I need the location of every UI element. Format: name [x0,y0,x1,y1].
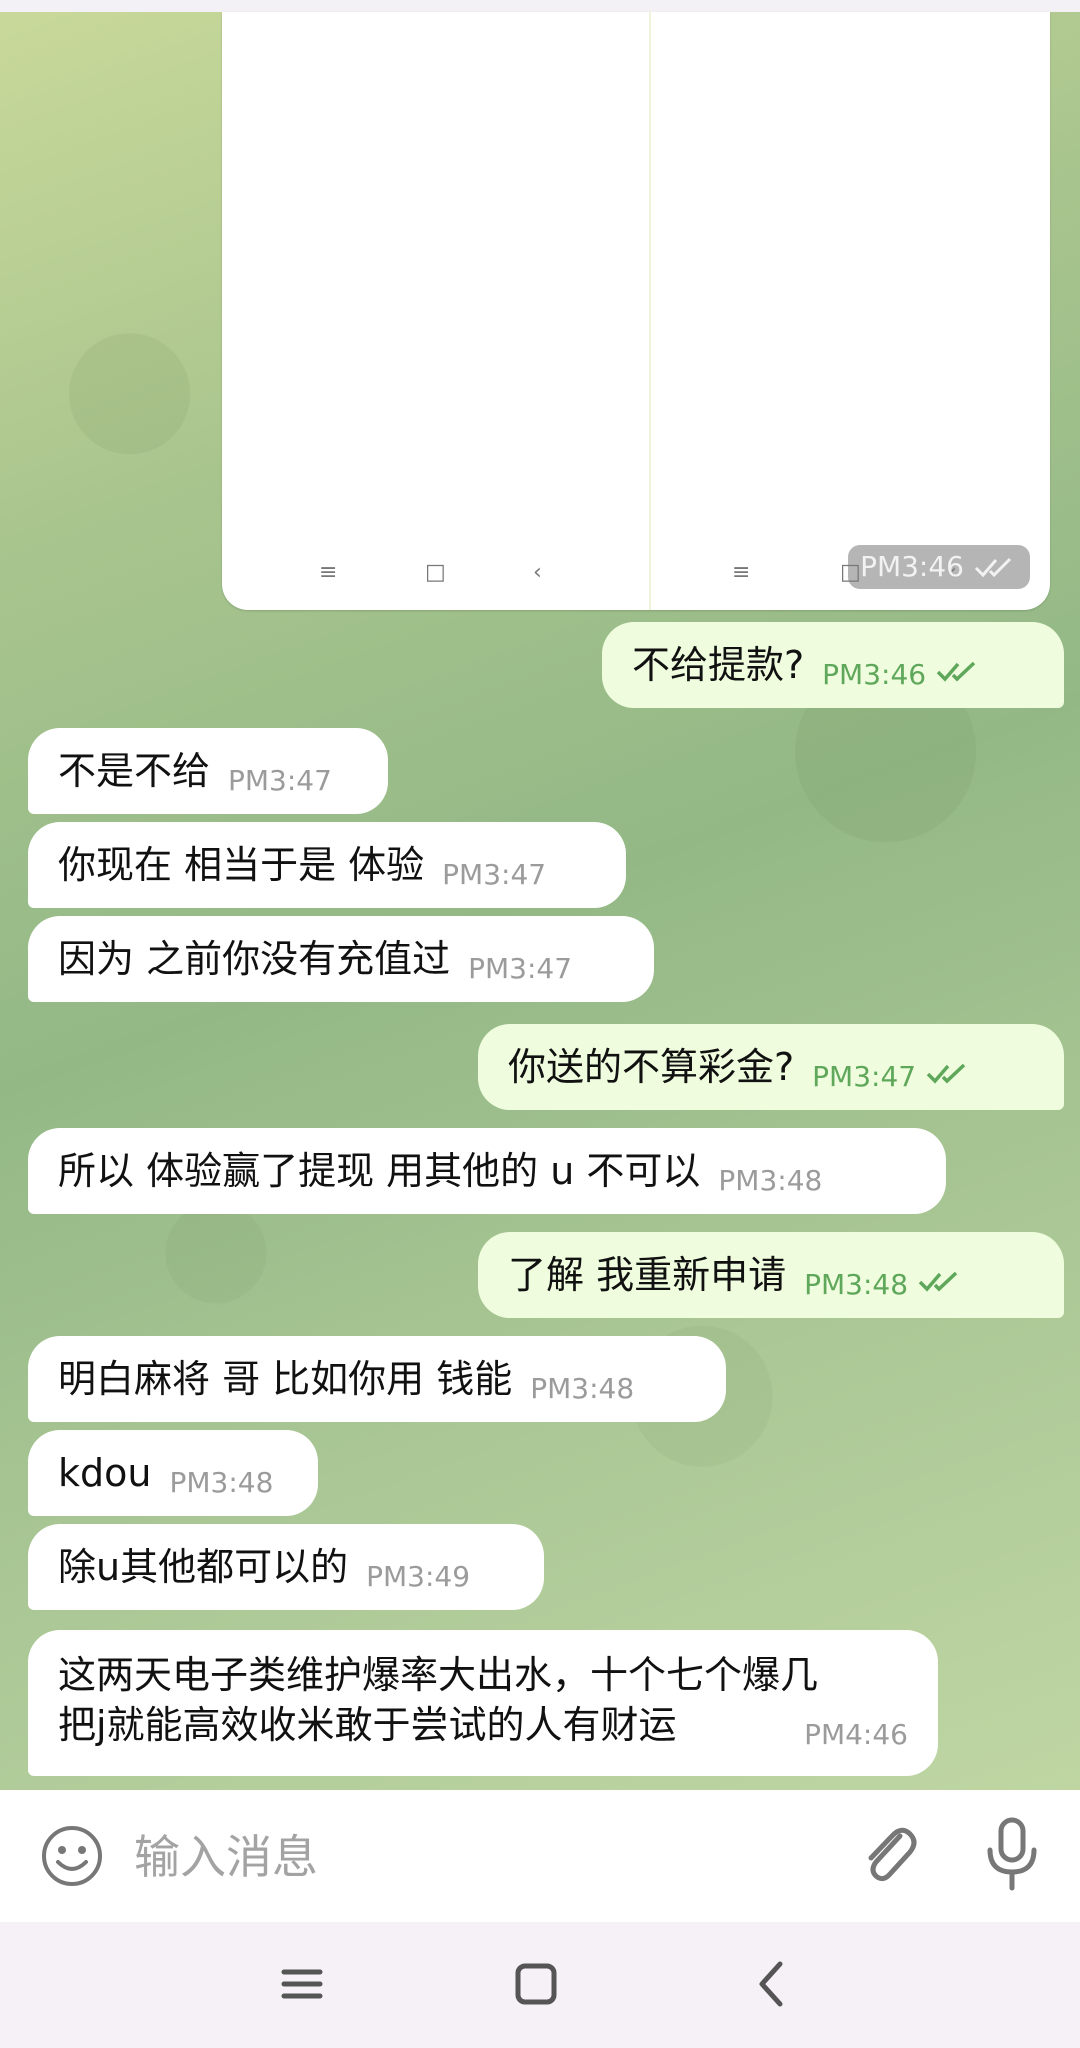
message-bubble-incoming[interactable]: 除u其他都可以的 PM3:49 [28,1524,544,1610]
message-time: PM3:46 [822,658,927,691]
message-bubble-outgoing[interactable]: 你送的不算彩金? PM3:47 [478,1024,1064,1110]
message-text: 这两天电子类维护爆率大出水，十个七个爆几 [58,1653,819,1697]
media-timestamp: PM3:46 [848,545,1030,589]
message-input[interactable] [132,1820,816,1894]
message-bubble-incoming[interactable]: 这两天电子类维护爆率大出水，十个七个爆几 把j就能高效收米敢于尝试的人有财运 P… [28,1630,938,1776]
message-composer [0,1790,1080,1922]
menu-icon[interactable] [280,1956,324,2012]
message-bubble-incoming[interactable]: 所以 体验赢了提现 用其他的 u 不可以 PM3:48 [28,1128,946,1214]
message-bubble-outgoing[interactable]: 不给提款? PM3:46 [602,622,1064,708]
screenshot-back-glyph: ‹ [533,560,542,585]
message-time: PM3:49 [366,1560,471,1593]
message-text: 了解 我重新申请 [508,1253,787,1297]
message-time: PM4:46 [804,1718,908,1751]
message-text: kdou [58,1451,152,1495]
message-text: 因为 之前你没有充值过 [58,937,451,981]
message-text: 你现在 相当于是 体验 [58,843,425,887]
message-time: PM3:48 [169,1466,274,1499]
message-bubble-incoming[interactable]: 不是不给 PM3:47 [28,728,388,814]
message-text: 除u其他都可以的 [58,1545,349,1589]
message-bubble-incoming[interactable]: kdou PM3:48 [28,1430,318,1516]
message-time: PM3:47 [228,764,332,797]
message-time: PM3:48 [718,1164,823,1197]
media-time-text: PM3:46 [860,550,964,583]
message-text: 所以 体验赢了提现 用其他的 u 不可以 [58,1149,701,1193]
message-time: PM3:48 [530,1372,635,1405]
message-text: 不是不给 [58,749,211,793]
back-chevron-icon[interactable] [752,1956,792,2012]
message-bubble-incoming[interactable]: 你现在 相当于是 体验 PM3:47 [28,822,626,908]
chat-area[interactable]: ≡ □ ‹ ≡ □ ‹ PM3:46 不给提款? PM3:46 不是不给 PM3:4… [0,0,1080,1790]
media-message[interactable]: ≡ □ ‹ ≡ □ ‹ PM3:46 [222,12,1050,610]
media-divider [649,12,651,610]
paperclip-icon[interactable] [856,1818,920,1888]
message-time: PM3:47 [812,1060,917,1093]
message-text: 明白麻将 哥 比如你用 钱能 [58,1357,513,1401]
double-check-icon [918,1271,958,1292]
screenshot-home-glyph: □ [425,560,446,585]
message-text: 你送的不算彩金? [508,1045,795,1089]
system-navigation-bar [0,1922,1080,2048]
square-icon[interactable] [512,1956,560,2012]
screenshot-menu-glyph: ≡ [319,560,338,585]
double-check-icon [936,661,976,682]
message-bubble-outgoing[interactable]: 了解 我重新申请 PM3:48 [478,1232,1064,1318]
message-text: 不给提款? [632,643,805,687]
microphone-icon[interactable] [982,1814,1042,1894]
message-time: PM3:48 [804,1268,909,1301]
message-bubble-incoming[interactable]: 明白麻将 哥 比如你用 钱能 PM3:48 [28,1336,726,1422]
message-text-line2: 把j就能高效收米敢于尝试的人有财运 [58,1703,677,1747]
message-bubble-incoming[interactable]: 因为 之前你没有充值过 PM3:47 [28,916,654,1002]
smiley-icon[interactable] [40,1824,104,1888]
message-time: PM3:47 [442,858,547,891]
screenshot-menu-glyph-2: ≡ [732,560,751,585]
message-time: PM3:47 [468,952,573,985]
top-edge [0,0,1080,12]
double-check-icon [974,557,1012,578]
double-check-icon [926,1063,966,1084]
